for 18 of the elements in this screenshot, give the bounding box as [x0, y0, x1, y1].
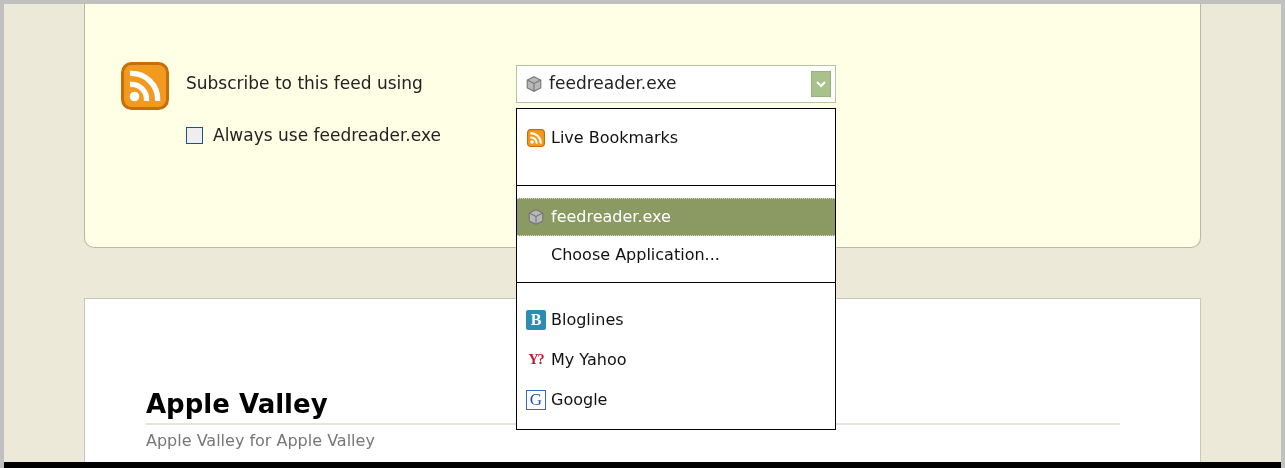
menu-item[interactable]: Choose Application... [517, 236, 835, 274]
letter-b-icon: B [526, 310, 546, 330]
menu-item[interactable]: Y? My Yahoo [517, 341, 835, 379]
letter-y-icon: Y? [528, 353, 544, 367]
letter-g-icon: G [526, 390, 546, 410]
always-use-label: Always use feedreader.exe [213, 124, 441, 147]
feed-reader-select[interactable]: feedreader.exe [516, 65, 836, 103]
feed-icon [527, 129, 545, 147]
cube-icon [527, 208, 545, 226]
cube-icon [525, 75, 543, 93]
checkbox[interactable] [186, 127, 203, 145]
subscribe-label: Subscribe to this feed using [186, 72, 424, 96]
menu-item[interactable]: B Bloglines [517, 301, 835, 339]
menu-item[interactable]: Live Bookmarks [517, 119, 835, 157]
feed-subtitle: Apple Valley for Apple Valley [146, 430, 376, 452]
feed-icon [121, 62, 169, 110]
dropdown-arrow-icon [811, 71, 831, 97]
menu-item[interactable]: G Google [517, 381, 835, 419]
